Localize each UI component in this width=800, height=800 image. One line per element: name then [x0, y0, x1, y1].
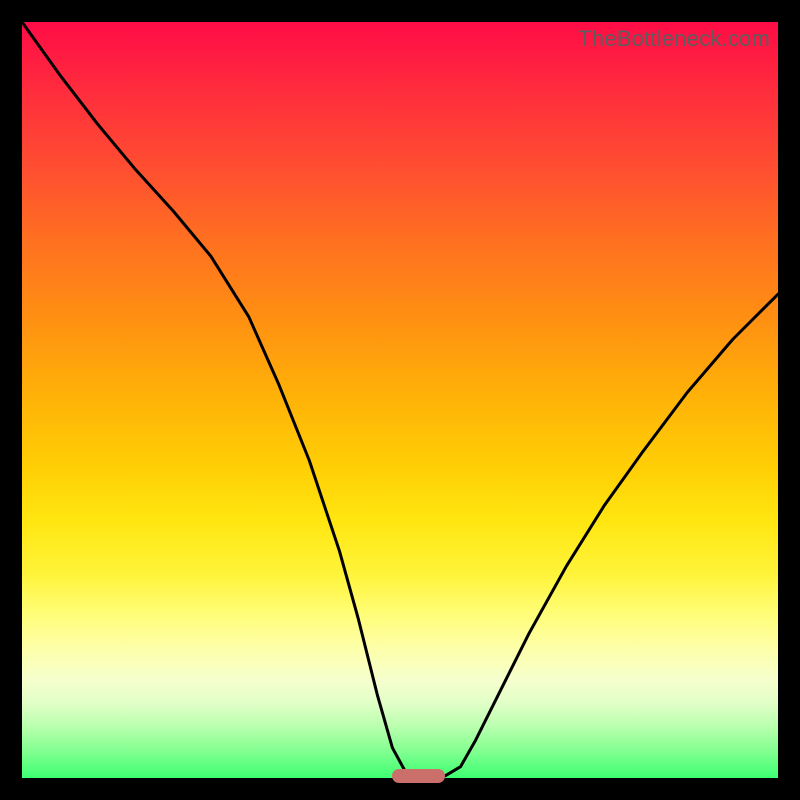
chart-stage: TheBottleneck.com	[0, 0, 800, 800]
bottleneck-curve	[22, 22, 778, 776]
plot-area: TheBottleneck.com	[22, 22, 778, 778]
optimal-marker	[392, 769, 445, 783]
curve-layer	[22, 22, 778, 778]
watermark-text: TheBottleneck.com	[578, 26, 770, 52]
